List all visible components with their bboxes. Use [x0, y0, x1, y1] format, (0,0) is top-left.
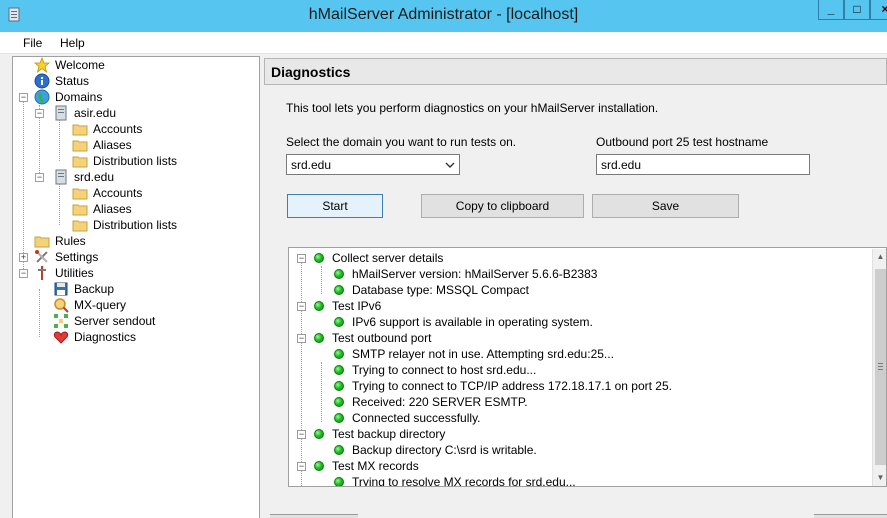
status-ok-icon	[334, 413, 344, 423]
status-ok-icon	[334, 349, 344, 359]
search-icon	[54, 298, 69, 313]
navigation-tree: Welcome Status − Domains − asir.edu Acco…	[12, 56, 260, 518]
collapse-icon[interactable]: −	[297, 462, 306, 471]
copy-to-clipboard-button[interactable]: Copy to clipboard	[421, 194, 584, 218]
status-ok-icon	[334, 397, 344, 407]
menu-file[interactable]: File	[23, 36, 42, 50]
close-button[interactable]: ×	[870, 0, 887, 20]
folder-icon	[72, 156, 88, 168]
status-ok-icon	[314, 253, 324, 263]
expand-settings-icon[interactable]: +	[19, 253, 28, 262]
scroll-thumb[interactable]	[875, 269, 886, 465]
folder-icon	[72, 220, 88, 232]
status-ok-icon	[314, 301, 324, 311]
tree-line	[23, 97, 24, 273]
diagnostics-results[interactable]: − Collect server details hMailServer ver…	[288, 247, 887, 487]
status-ok-icon	[334, 269, 344, 279]
results-scrollbar[interactable]: ▲ ▼	[872, 249, 886, 486]
collapse-asir-icon[interactable]: −	[35, 109, 44, 118]
grip-icon	[878, 363, 883, 370]
tree-line	[321, 266, 322, 294]
network-icon	[54, 314, 68, 328]
status-ok-icon	[334, 317, 344, 327]
folder-icon	[72, 204, 88, 216]
server-icon	[55, 105, 67, 121]
bottom-button-edge	[814, 514, 887, 518]
folder-icon	[72, 188, 88, 200]
status-ok-icon	[334, 477, 344, 486]
maximize-icon: □	[853, 2, 861, 16]
window-title: hMailServer Administrator - [localhost]	[308, 6, 579, 23]
scroll-down-icon[interactable]: ▼	[873, 470, 886, 486]
domain-select[interactable]: srd.edu	[286, 154, 460, 175]
heart-icon	[53, 331, 69, 344]
utilities-icon	[38, 266, 46, 280]
tools-icon	[35, 250, 48, 263]
page-title: Diagnostics	[271, 64, 351, 80]
status-ok-icon	[334, 381, 344, 391]
status-ok-icon	[314, 429, 324, 439]
collapse-srd-icon[interactable]: −	[35, 173, 44, 182]
intro-text: This tool lets you perform diagnostics o…	[286, 101, 659, 115]
save-button[interactable]: Save	[592, 194, 739, 218]
tree-line	[321, 362, 322, 422]
collapse-icon[interactable]: −	[297, 302, 306, 311]
collapse-domains-icon[interactable]: −	[19, 93, 28, 102]
status-ok-icon	[314, 461, 324, 471]
title-bar: hMailServer Administrator - [localhost] …	[0, 0, 887, 32]
folder-icon	[72, 140, 88, 152]
menu-bar: File Help	[0, 32, 887, 54]
maximize-button[interactable]: □	[844, 0, 870, 20]
status-ok-icon	[314, 333, 324, 343]
collapse-icon[interactable]: −	[297, 430, 306, 439]
floppy-icon	[54, 282, 68, 296]
collapse-utilities-icon[interactable]: −	[19, 269, 28, 278]
hostname-input-value: srd.edu	[601, 158, 642, 172]
folder-icon	[34, 236, 50, 248]
close-icon: ×	[881, 2, 887, 16]
tree-line	[59, 117, 60, 161]
minimize-icon: _	[827, 2, 835, 16]
tree-line	[59, 181, 60, 225]
bottom-button-edge	[270, 514, 358, 518]
status-ok-icon	[334, 445, 344, 455]
main-panel: Diagnostics This tool lets you perform d…	[262, 56, 887, 518]
server-icon	[55, 169, 67, 185]
menu-help[interactable]: Help	[60, 36, 85, 50]
hostname-input[interactable]: srd.edu	[596, 154, 810, 175]
scroll-up-icon[interactable]: ▲	[873, 249, 886, 265]
hostname-label: Outbound port 25 test hostname	[596, 135, 769, 149]
panel-header: Diagnostics	[264, 58, 887, 85]
collapse-icon[interactable]: −	[297, 334, 306, 343]
status-ok-icon	[334, 285, 344, 295]
collapse-icon[interactable]: −	[297, 254, 306, 263]
domain-select-value: srd.edu	[291, 158, 332, 172]
status-ok-icon	[334, 365, 344, 375]
minimize-button[interactable]: _	[818, 0, 844, 20]
start-button[interactable]: Start	[287, 194, 383, 218]
info-icon	[34, 73, 50, 89]
chevron-down-icon	[445, 162, 455, 168]
tree-line	[39, 289, 40, 337]
tree-line	[301, 262, 302, 486]
folder-icon	[72, 124, 88, 136]
domain-label: Select the domain you want to run tests …	[286, 135, 517, 149]
star-icon	[34, 57, 50, 73]
globe-icon	[34, 89, 50, 105]
